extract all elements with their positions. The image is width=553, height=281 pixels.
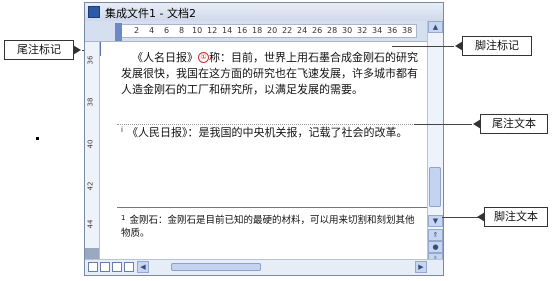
ruler-tick: 22 bbox=[282, 26, 293, 35]
vertical-scroll-thumb[interactable] bbox=[429, 167, 441, 207]
body-paragraph[interactable]: 《人名日报》 ① 称：目前，世界上用石墨合成金刚石的研究发展很快，我国在这方面的研究… bbox=[121, 50, 421, 98]
normal-view-icon[interactable] bbox=[88, 262, 98, 272]
ruler-tick: 4 bbox=[149, 26, 155, 35]
window-title: 集成文件1 - 文档2 bbox=[105, 7, 196, 20]
callout-endnote-marker-text: 尾注标记 bbox=[17, 43, 61, 56]
ruler-tick: 28 bbox=[327, 26, 338, 35]
callout-endnote-marker: 尾注标记 bbox=[4, 40, 81, 60]
horizontal-ruler[interactable]: 2 4 6 8 10 12 14 16 18 20 22 24 26 28 30… bbox=[117, 24, 417, 38]
scroll-down-button[interactable]: ▼ bbox=[428, 215, 443, 227]
footnote-text: 金刚石：金刚石是目前已知的最硬的材料，可以用来切割和刻划其他物质。 bbox=[121, 215, 415, 239]
leader-endnote-text bbox=[414, 124, 472, 125]
ruler-tick: 2 bbox=[134, 26, 140, 35]
word-app-icon bbox=[88, 6, 100, 18]
endnote-area[interactable]: i 《人民日报》：是我国的中央机关报，记载了社会的改革。 bbox=[121, 122, 421, 141]
footnote-marker: 1 bbox=[121, 214, 126, 222]
callout-footnote-marker: 脚注标记 bbox=[455, 36, 532, 56]
ruler-tick: 12 bbox=[207, 26, 218, 35]
callout-footnote-marker-text: 脚注标记 bbox=[475, 39, 519, 52]
footnote-reference-mark[interactable]: ① bbox=[198, 52, 209, 63]
vertical-scrollbar[interactable]: ▲ ▼ ⇑ ● ⇓ bbox=[427, 21, 443, 263]
scroll-left-button[interactable]: ◀ bbox=[137, 261, 149, 273]
ruler-tick: 10 bbox=[192, 26, 203, 35]
endnote-text: 《人民日报》：是我国的中央机关报，记载了社会的改革。 bbox=[126, 126, 408, 139]
callout-footnote-text: 脚注文本 bbox=[477, 207, 548, 227]
ruler-tick: 24 bbox=[297, 26, 308, 35]
web-layout-view-icon[interactable] bbox=[100, 262, 110, 272]
footnote-area[interactable]: 1 金刚石：金刚石是目前已知的最硬的材料，可以用来切割和刻划其他物质。 bbox=[121, 212, 421, 240]
callout-endnote-text-label: 尾注文本 bbox=[492, 117, 536, 130]
print-layout-view-icon[interactable] bbox=[112, 262, 122, 272]
ruler-tick: 32 bbox=[357, 26, 368, 35]
vertical-ruler-tick: 44 bbox=[86, 219, 95, 229]
ruler-tick: 30 bbox=[342, 26, 353, 35]
scroll-up-button[interactable]: ▲ bbox=[428, 21, 443, 33]
vertical-ruler-tick: 38 bbox=[86, 97, 95, 107]
document-page[interactable]: 《人名日报》 ① 称：目前，世界上用石墨合成金刚石的研究发展很快，我国在这方面的研究… bbox=[101, 42, 427, 260]
footnote-separator bbox=[117, 207, 427, 208]
ruler-tick: 18 bbox=[252, 26, 263, 35]
ruler-tick: 14 bbox=[222, 26, 233, 35]
bullet-dot bbox=[36, 137, 39, 140]
body-text-before: 《人名日报》 bbox=[132, 51, 198, 64]
callout-footnote-text-label: 脚注文本 bbox=[494, 210, 538, 223]
previous-page-button[interactable]: ⇑ bbox=[428, 229, 443, 241]
ruler-tick: 6 bbox=[164, 26, 170, 35]
vertical-ruler[interactable]: 36 38 40 42 44 bbox=[85, 42, 100, 260]
document-window[interactable]: 集成文件1 - 文档2 2 4 6 8 10 12 14 16 18 20 22… bbox=[84, 2, 444, 276]
ruler-indent-marker[interactable] bbox=[115, 23, 122, 41]
ruler-tick: 26 bbox=[312, 26, 323, 35]
select-browse-object-button[interactable]: ● bbox=[428, 241, 443, 253]
vertical-ruler-tick: 40 bbox=[86, 139, 95, 149]
ruler-tick: 38 bbox=[402, 26, 413, 35]
reading-layout-view-icon[interactable] bbox=[124, 262, 134, 272]
horizontal-ruler-bar: 2 4 6 8 10 12 14 16 18 20 22 24 26 28 30… bbox=[85, 21, 443, 56]
leader-footnote-marker bbox=[392, 46, 454, 47]
ruler-tick: 36 bbox=[387, 26, 398, 35]
ruler-tick: 34 bbox=[372, 26, 383, 35]
ruler-tick: 20 bbox=[267, 26, 278, 35]
vertical-ruler-tick: 36 bbox=[86, 55, 95, 65]
ruler-tick: 16 bbox=[237, 26, 248, 35]
ruler-tick: 8 bbox=[179, 26, 185, 35]
scroll-right-button[interactable]: ▶ bbox=[415, 261, 427, 273]
endnote-marker: i bbox=[121, 126, 123, 134]
title-bar[interactable]: 集成文件1 - 文档2 bbox=[85, 3, 443, 22]
vertical-ruler-tick: 42 bbox=[86, 181, 95, 191]
callout-endnote-text: 尾注文本 bbox=[473, 114, 548, 134]
horizontal-scroll-thumb[interactable] bbox=[171, 263, 261, 271]
horizontal-scroll-area: ◀ ▶ bbox=[85, 259, 443, 275]
